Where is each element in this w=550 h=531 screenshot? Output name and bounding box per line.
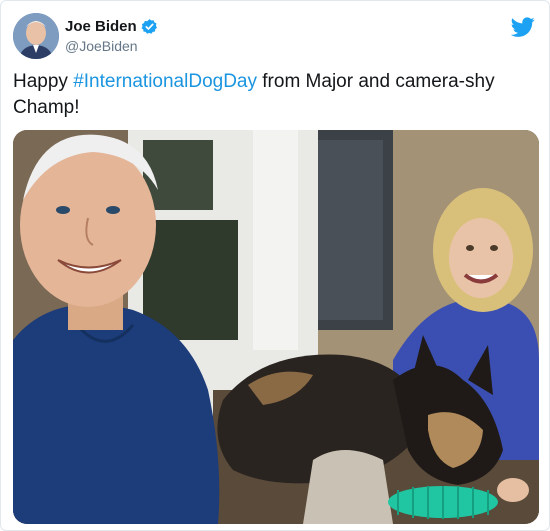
author-name-row[interactable]: Joe Biden	[65, 18, 158, 35]
tweet-text: Happy #InternationalDogDay from Major an…	[13, 69, 533, 121]
tweet-text-prefix: Happy	[13, 71, 74, 92]
tweet-card: Joe Biden @JoeBiden Happy #International…	[0, 0, 550, 531]
author-handle[interactable]: @JoeBiden	[65, 38, 138, 54]
author-name[interactable]: Joe Biden	[65, 18, 137, 35]
twitter-bird-icon[interactable]	[510, 15, 535, 39]
verified-badge-icon	[141, 18, 158, 35]
hashtag-link[interactable]: #InternationalDogDay	[73, 71, 257, 92]
tweet-photo[interactable]	[13, 130, 539, 524]
author-avatar[interactable]	[13, 13, 59, 59]
